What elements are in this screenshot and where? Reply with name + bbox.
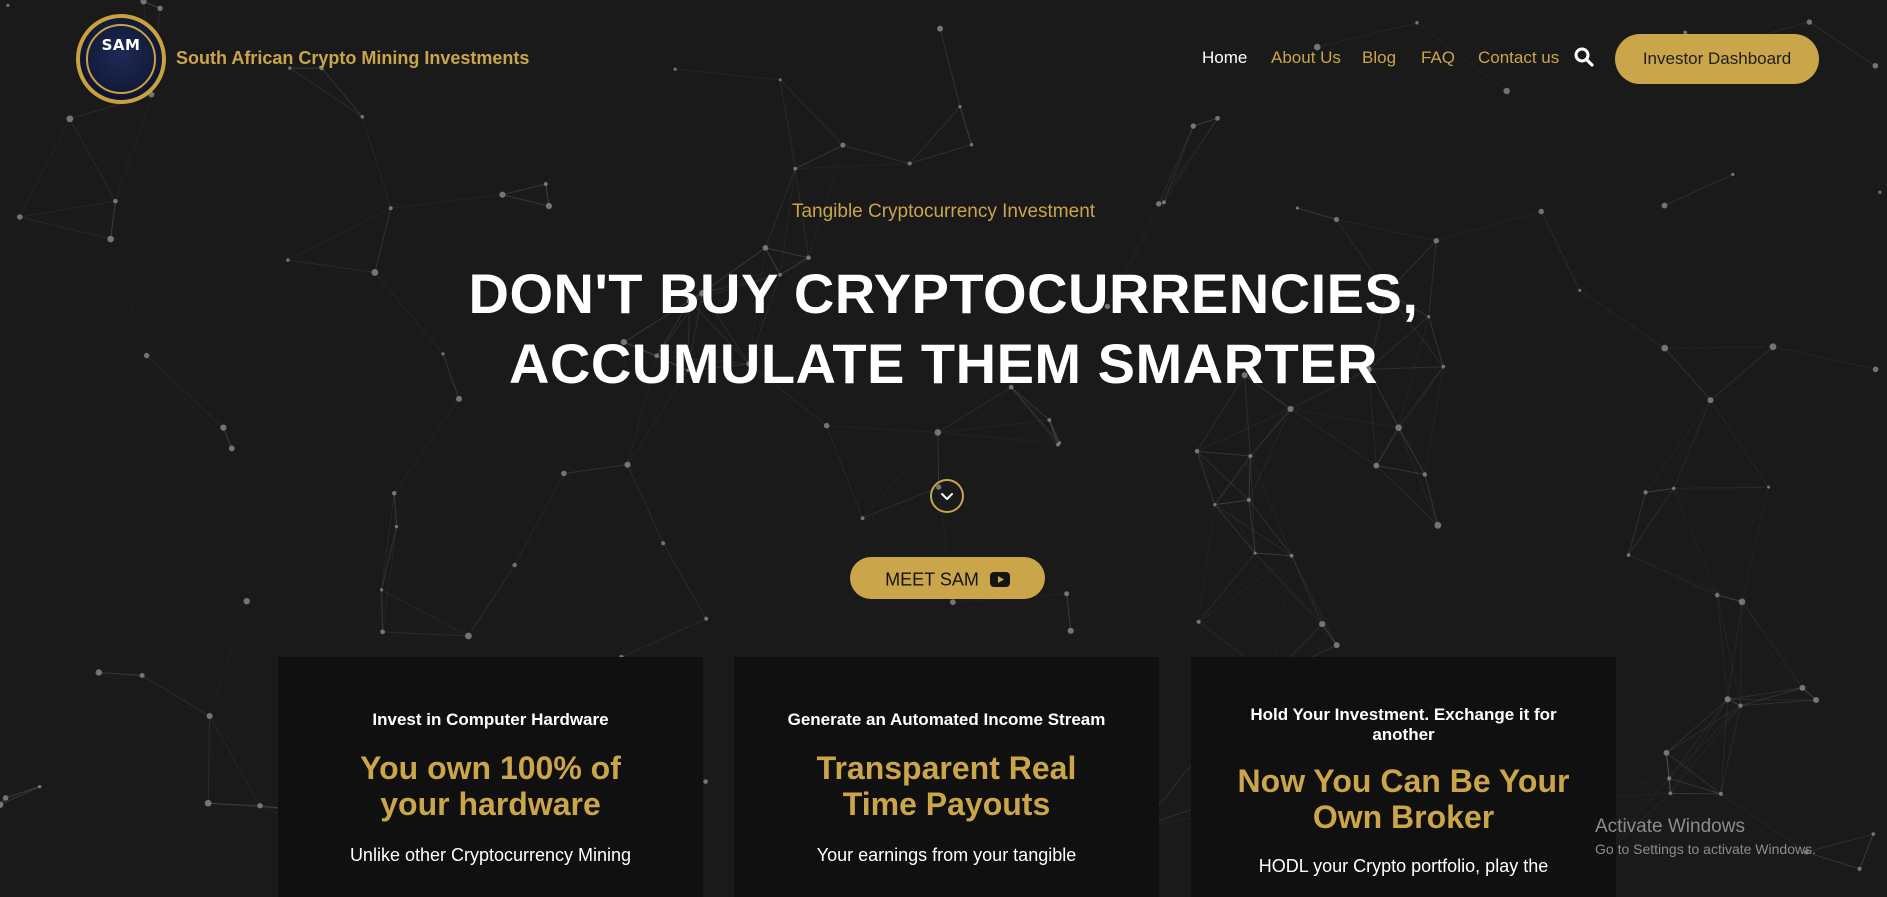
logo-text: SAM <box>80 36 162 54</box>
nav-faq[interactable]: FAQ <box>1421 48 1455 68</box>
hero-headline: DON'T BUY CRYPTOCURRENCIES, ACCUMULATE T… <box>0 259 1887 399</box>
brand-name[interactable]: South African Crypto Mining Investments <box>176 48 529 69</box>
nav-home[interactable]: Home <box>1202 48 1247 68</box>
feature-card-payouts: Generate an Automated Income Stream Tran… <box>734 657 1159 897</box>
card-label-line-2: another <box>1221 725 1586 745</box>
hero-tagline: Tangible Cryptocurrency Investment <box>0 201 1887 223</box>
nav-about-us[interactable]: About Us <box>1271 48 1341 68</box>
search-icon[interactable] <box>1574 47 1594 67</box>
card-label: Invest in Computer Hardware <box>308 710 673 730</box>
headline-line-2: ACCUMULATE THEM SMARTER <box>0 329 1887 399</box>
activate-windows-title: Activate Windows <box>1595 816 1816 838</box>
logo-ring <box>86 24 156 94</box>
site-header: SAM South African Crypto Mining Investme… <box>0 0 1887 118</box>
scroll-down-button[interactable] <box>930 479 964 513</box>
activate-windows-watermark: Activate Windows Go to Settings to activ… <box>1595 816 1816 857</box>
card-title: Now You Can Be Your Own Broker <box>1211 763 1596 835</box>
card-body: Unlike other Cryptocurrency Mining <box>298 844 683 866</box>
headline-line-1: DON'T BUY CRYPTOCURRENCIES, <box>0 259 1887 329</box>
card-label-line-1: Hold Your Investment. Exchange it for <box>1221 705 1586 725</box>
card-title-line-2: Own Broker <box>1211 799 1596 835</box>
card-title: You own 100% of your hardware <box>298 750 683 822</box>
investor-dashboard-button[interactable]: Investor Dashboard <box>1615 34 1819 84</box>
card-title: Transparent Real Time Payouts <box>754 750 1139 822</box>
card-title-line-2: your hardware <box>298 786 683 822</box>
card-title-line-2: Time Payouts <box>754 786 1139 822</box>
card-label: Generate an Automated Income Stream <box>764 710 1129 730</box>
activate-windows-subtitle: Go to Settings to activate Windows. <box>1595 841 1816 857</box>
card-body: Your earnings from your tangible <box>754 844 1139 866</box>
nav-contact-us[interactable]: Contact us <box>1478 48 1559 68</box>
sam-logo[interactable]: SAM <box>76 14 166 104</box>
card-title-line-1: You own 100% of <box>298 750 683 786</box>
feature-card-hardware: Invest in Computer Hardware You own 100%… <box>278 657 703 897</box>
card-title-line-1: Now You Can Be Your <box>1211 763 1596 799</box>
chevron-down-icon <box>932 481 962 511</box>
nav-blog[interactable]: Blog <box>1362 48 1396 68</box>
card-label: Hold Your Investment. Exchange it for an… <box>1221 705 1586 745</box>
card-title-line-1: Transparent Real <box>754 750 1139 786</box>
meet-sam-button[interactable]: MEET SAM <box>850 557 1045 599</box>
meet-sam-label: MEET SAM <box>885 569 979 589</box>
youtube-icon <box>990 572 1010 587</box>
feature-card-broker: Hold Your Investment. Exchange it for an… <box>1191 657 1616 897</box>
